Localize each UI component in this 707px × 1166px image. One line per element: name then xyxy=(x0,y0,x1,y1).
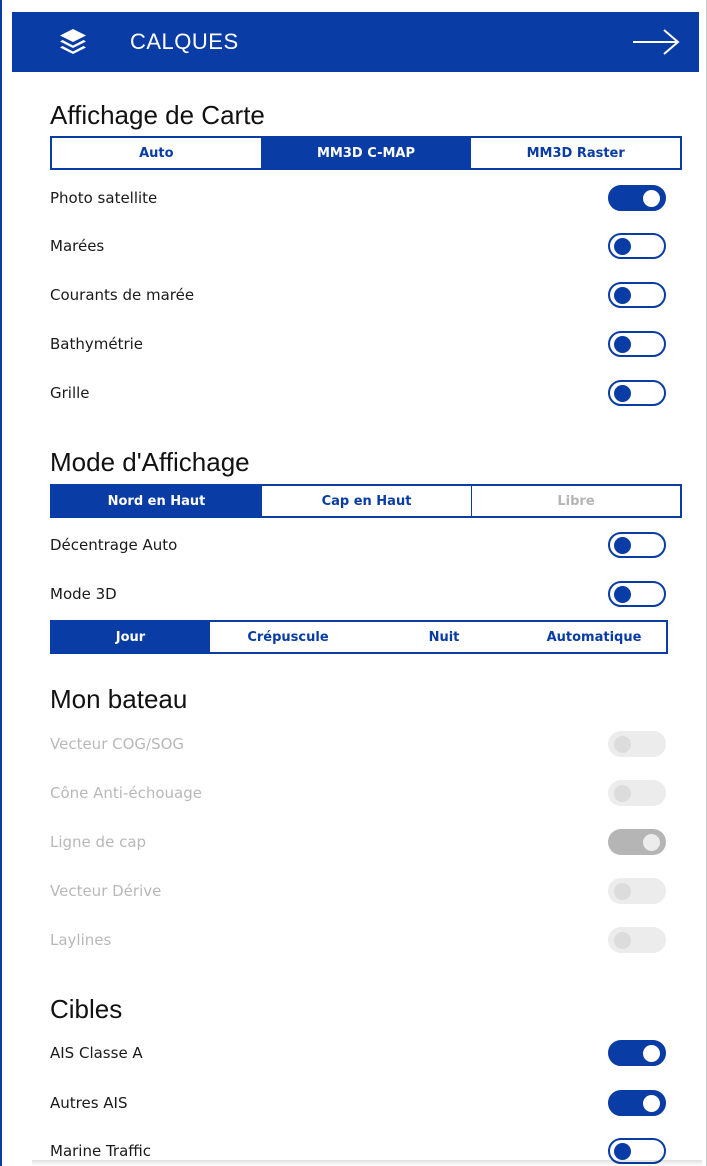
toggle-switch xyxy=(608,829,666,855)
toggle-switch[interactable] xyxy=(608,331,666,357)
orientation-option-heading-up[interactable]: Cap en Haut xyxy=(262,486,472,516)
toggle-knob xyxy=(614,932,631,949)
toggle-row-grille: Grille xyxy=(50,373,666,413)
toggle-knob xyxy=(643,190,660,207)
toggle-label: Bathymétrie xyxy=(50,335,144,353)
map-type-option-auto[interactable]: Auto xyxy=(52,138,262,168)
toggle-label: Marées xyxy=(50,237,105,255)
toggle-row-courants-de-maree: Courants de marée xyxy=(50,275,666,315)
layers-panel: CALQUES Affichage de Carte Auto MM3D C-M… xyxy=(0,0,707,1166)
toggle-knob xyxy=(614,238,631,255)
palette-option-automatique[interactable]: Automatique xyxy=(522,622,666,652)
toggle-knob xyxy=(614,385,631,402)
toggle-label: Cône Anti-échouage xyxy=(50,784,202,802)
toggle-row-autres-ais: Autres AIS xyxy=(50,1083,666,1123)
toggle-switch[interactable] xyxy=(608,1040,666,1066)
toggle-knob xyxy=(614,736,631,753)
toggle-label: Décentrage Auto xyxy=(50,536,178,554)
toggle-switch[interactable] xyxy=(608,233,666,259)
toggle-label: Mode 3D xyxy=(50,585,117,603)
map-type-option-mm3d-raster[interactable]: MM3D Raster xyxy=(471,138,680,168)
toggle-label: Marine Traffic xyxy=(50,1142,152,1160)
map-type-selector: Auto MM3D C-MAP MM3D Raster xyxy=(50,136,682,170)
toggle-row-mode-3d: Mode 3D xyxy=(50,574,666,614)
panel-header: CALQUES xyxy=(12,12,699,72)
toggle-label: Grille xyxy=(50,384,90,402)
toggle-switch[interactable] xyxy=(608,282,666,308)
toggle-label: AIS Classe A xyxy=(50,1044,143,1062)
toggle-row-decentrage-auto: Décentrage Auto xyxy=(50,525,666,565)
toggle-knob xyxy=(643,1045,660,1062)
toggle-row-ais-classe-a: AIS Classe A xyxy=(50,1033,666,1073)
toggle-switch[interactable] xyxy=(608,380,666,406)
toggle-row-vecteur-cog-sog: Vecteur COG/SOG xyxy=(50,724,666,764)
arrow-right-icon[interactable] xyxy=(631,28,681,56)
toggle-knob xyxy=(614,785,631,802)
scroll-shadow xyxy=(32,1160,702,1166)
toggle-switch xyxy=(608,780,666,806)
toggle-label: Vecteur COG/SOG xyxy=(50,735,185,753)
toggle-label: Autres AIS xyxy=(50,1094,128,1112)
toggle-row-cone-anti-echouage: Cône Anti-échouage xyxy=(50,773,666,813)
toggle-knob xyxy=(614,336,631,353)
toggle-label: Photo satellite xyxy=(50,189,158,207)
toggle-switch xyxy=(608,878,666,904)
toggle-knob xyxy=(643,1095,660,1112)
section-title-display-mode: Mode d'Affichage xyxy=(50,447,250,477)
palette-selector: Jour Crépuscule Nuit Automatique xyxy=(50,620,668,654)
toggle-switch[interactable] xyxy=(608,1090,666,1116)
toggle-switch[interactable] xyxy=(608,185,666,211)
palette-option-nuit[interactable]: Nuit xyxy=(366,622,522,652)
orientation-option-north-up[interactable]: Nord en Haut xyxy=(52,486,262,516)
orientation-selector: Nord en Haut Cap en Haut Libre xyxy=(50,484,682,518)
section-title-map-display: Affichage de Carte xyxy=(50,100,265,130)
toggle-switch[interactable] xyxy=(608,581,666,607)
toggle-row-ligne-de-cap: Ligne de cap xyxy=(50,822,666,862)
toggle-switch xyxy=(608,731,666,757)
panel-title: CALQUES xyxy=(130,29,239,54)
toggle-row-vecteur-derive: Vecteur Dérive xyxy=(50,871,666,911)
toggle-knob xyxy=(614,586,631,603)
toggle-label: Laylines xyxy=(50,931,112,949)
toggle-switch xyxy=(608,927,666,953)
toggle-label: Courants de marée xyxy=(50,286,195,304)
toggle-knob xyxy=(614,1143,631,1160)
toggle-switch[interactable] xyxy=(608,532,666,558)
section-title-my-boat: Mon bateau xyxy=(50,684,188,714)
toggle-knob xyxy=(614,883,631,900)
orientation-option-free: Libre xyxy=(557,493,595,509)
toggle-row-photo-satellite: Photo satellite xyxy=(50,178,666,218)
palette-option-crepuscule[interactable]: Crépuscule xyxy=(210,622,366,652)
map-type-option-mm3d-cmap[interactable]: MM3D C-MAP xyxy=(261,138,472,168)
toggle-row-laylines: Laylines xyxy=(50,920,666,960)
toggle-knob xyxy=(614,287,631,304)
toggle-row-bathymetrie: Bathymétrie xyxy=(50,324,666,364)
toggle-knob xyxy=(643,834,660,851)
toggle-row-marees: Marées xyxy=(50,226,666,266)
layers-icon xyxy=(60,29,86,54)
toggle-knob xyxy=(614,537,631,554)
palette-option-jour[interactable]: Jour xyxy=(52,622,210,652)
toggle-label: Vecteur Dérive xyxy=(50,882,162,900)
section-title-targets: Cibles xyxy=(50,994,123,1024)
toggle-label: Ligne de cap xyxy=(50,833,147,851)
